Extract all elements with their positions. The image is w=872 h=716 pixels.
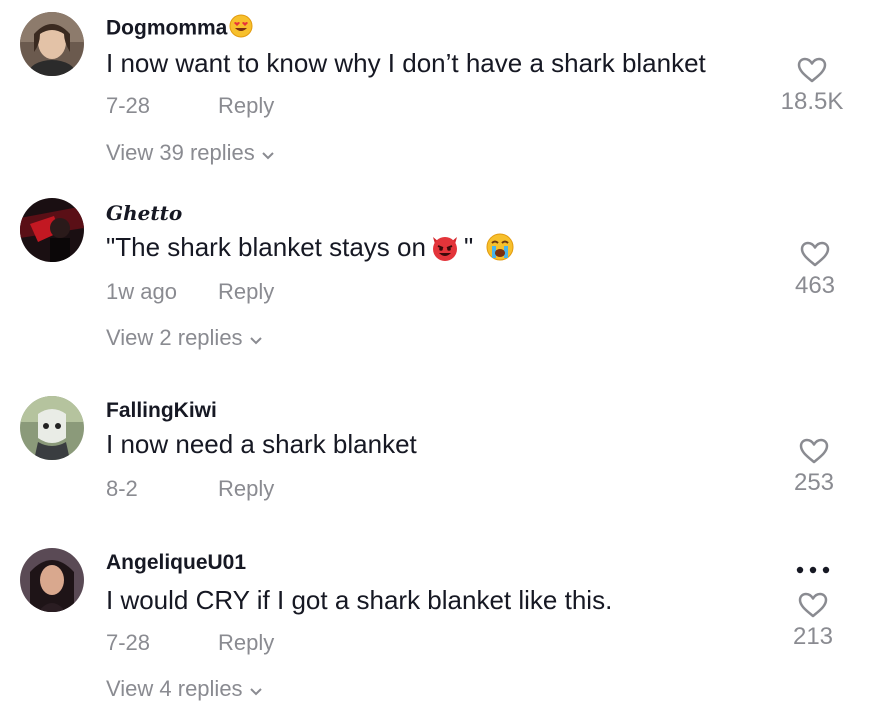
like-count: 213 (792, 623, 834, 650)
view-replies-label: View 39 replies (106, 140, 255, 165)
avatar[interactable] (20, 548, 84, 612)
comment-date: 7-28 (106, 93, 151, 118)
comment-meta: 8-2 Reply (106, 476, 274, 502)
heart-icon[interactable] (798, 437, 830, 465)
comment-date: 7-28 (106, 630, 151, 655)
heart-eyes-emoji (229, 14, 253, 44)
like-control: 213 (768, 591, 858, 651)
comment-meta: 7-28 Reply (106, 93, 274, 119)
chevron-down-icon (261, 141, 275, 167)
chevron-down-icon (249, 677, 263, 703)
like-count: 253 (793, 469, 835, 496)
comment-username[interactable]: FallingKiwi (106, 399, 217, 423)
view-replies-button[interactable]: View 4 replies (106, 676, 263, 703)
comment-username[interactable]: Dogmomma (106, 14, 253, 44)
reply-button[interactable]: Reply (218, 476, 274, 502)
like-count: 463 (794, 272, 836, 299)
comment-date: 8-2 (106, 476, 138, 501)
view-replies-button[interactable]: View 39 replies (106, 140, 275, 167)
comment-text: "The shark blanket stays on " (106, 232, 519, 269)
like-control: 253 (769, 437, 859, 497)
reply-button[interactable]: Reply (218, 93, 274, 119)
comment-text-part: "The shark blanket stays on (106, 232, 426, 262)
comment-meta: 1w ago Reply (106, 279, 274, 305)
username-text: Dogmomma (106, 16, 228, 40)
view-replies-button[interactable]: View 2 replies (106, 325, 263, 352)
heart-icon[interactable] (797, 591, 829, 619)
comment-text: I now need a shark blanket (106, 429, 417, 459)
heart-icon[interactable] (796, 56, 828, 84)
comment-text: I would CRY if I got a shark blanket lik… (106, 585, 613, 615)
comment-text: I now want to know why I don’t have a sh… (106, 48, 706, 78)
comment-meta: 7-28 Reply (106, 630, 274, 656)
crying-emoji (485, 232, 515, 269)
comment-username[interactable]: AngeliqueU01 (106, 551, 246, 575)
devil-emoji (430, 232, 460, 269)
comment-username[interactable]: Ghetto (106, 201, 182, 225)
comment-date: 1w ago (106, 279, 177, 304)
reply-button[interactable]: Reply (218, 279, 274, 305)
avatar[interactable] (20, 396, 84, 460)
view-replies-label: View 2 replies (106, 325, 243, 350)
chevron-down-icon (249, 326, 263, 352)
view-replies-label: View 4 replies (106, 676, 243, 701)
more-dots-icon[interactable] (795, 562, 831, 580)
like-control: 18.5K (767, 56, 857, 116)
avatar[interactable] (20, 198, 84, 262)
reply-button[interactable]: Reply (218, 630, 274, 656)
like-control: 463 (770, 240, 860, 300)
avatar[interactable] (20, 12, 84, 76)
comment-text-part: " (463, 232, 474, 262)
like-count: 18.5K (780, 88, 844, 115)
heart-icon[interactable] (799, 240, 831, 268)
